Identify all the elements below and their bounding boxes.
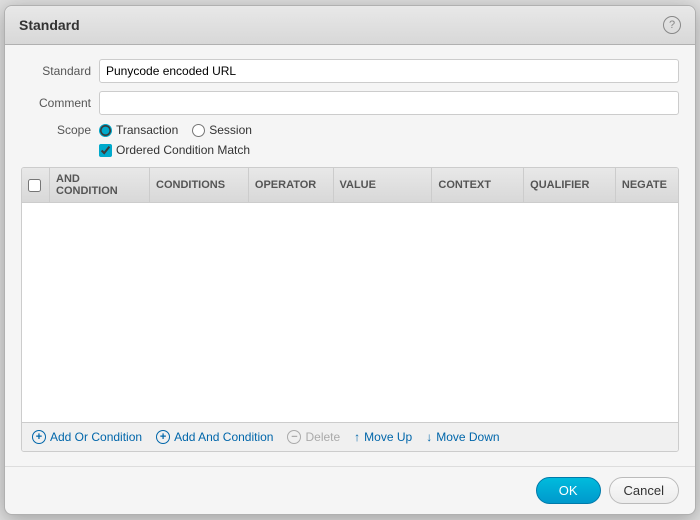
dialog-header: Standard ? <box>5 6 695 45</box>
comment-row: Comment <box>21 91 679 115</box>
standard-input[interactable] <box>99 59 679 83</box>
th-context: CONTEXT <box>432 168 524 202</box>
th-qualifier: QUALIFIER <box>524 168 616 202</box>
dialog-footer: OK Cancel <box>5 466 695 514</box>
standard-label: Standard <box>21 64 91 78</box>
table-header: AND CONDITION CONDITIONS OPERATOR VALUE … <box>22 168 678 203</box>
table-toolbar: + Add Or Condition + Add And Condition −… <box>22 422 678 451</box>
ok-button[interactable]: OK <box>536 477 601 504</box>
cancel-button[interactable]: Cancel <box>609 477 679 504</box>
standard-dialog: Standard ? Standard Comment Scope Transa… <box>4 5 696 515</box>
scope-label: Scope <box>21 123 91 137</box>
th-value: VALUE <box>334 168 433 202</box>
th-and-condition: AND CONDITION <box>50 168 150 202</box>
comment-input[interactable] <box>99 91 679 115</box>
move-up-arrow-icon: ↑ <box>354 430 360 444</box>
table-body <box>22 203 678 422</box>
ordered-condition-checkbox[interactable] <box>99 144 112 157</box>
dialog-body: Standard Comment Scope Transaction Sessi… <box>5 45 695 466</box>
scope-session[interactable]: Session <box>192 123 252 137</box>
add-or-icon: + <box>32 430 46 444</box>
comment-label: Comment <box>21 96 91 110</box>
move-down-button[interactable]: ↓ Move Down <box>426 430 499 444</box>
session-label: Session <box>209 123 252 137</box>
add-or-condition-button[interactable]: + Add Or Condition <box>32 430 142 444</box>
scope-transaction[interactable]: Transaction <box>99 123 178 137</box>
th-checkbox <box>22 168 50 202</box>
select-all-checkbox[interactable] <box>28 179 41 192</box>
th-operator: OPERATOR <box>249 168 334 202</box>
help-icon[interactable]: ? <box>663 16 681 34</box>
scope-row: Scope Transaction Session <box>21 123 679 137</box>
delete-icon: − <box>287 430 301 444</box>
add-and-icon: + <box>156 430 170 444</box>
ordered-condition-label: Ordered Condition Match <box>116 143 250 157</box>
add-and-condition-button[interactable]: + Add And Condition <box>156 430 273 444</box>
th-conditions: CONDITIONS <box>150 168 249 202</box>
dialog-title: Standard <box>19 17 80 33</box>
move-up-button[interactable]: ↑ Move Up <box>354 430 412 444</box>
conditions-table: AND CONDITION CONDITIONS OPERATOR VALUE … <box>21 167 679 452</box>
standard-row: Standard <box>21 59 679 83</box>
ordered-condition-checkbox-item[interactable]: Ordered Condition Match <box>99 143 250 157</box>
delete-button: − Delete <box>287 430 340 444</box>
move-down-arrow-icon: ↓ <box>426 430 432 444</box>
th-negate: NEGATE <box>616 168 678 202</box>
transaction-label: Transaction <box>116 123 178 137</box>
ordered-condition-row: Ordered Condition Match <box>21 143 679 157</box>
scope-radio-group: Transaction Session <box>99 123 252 137</box>
